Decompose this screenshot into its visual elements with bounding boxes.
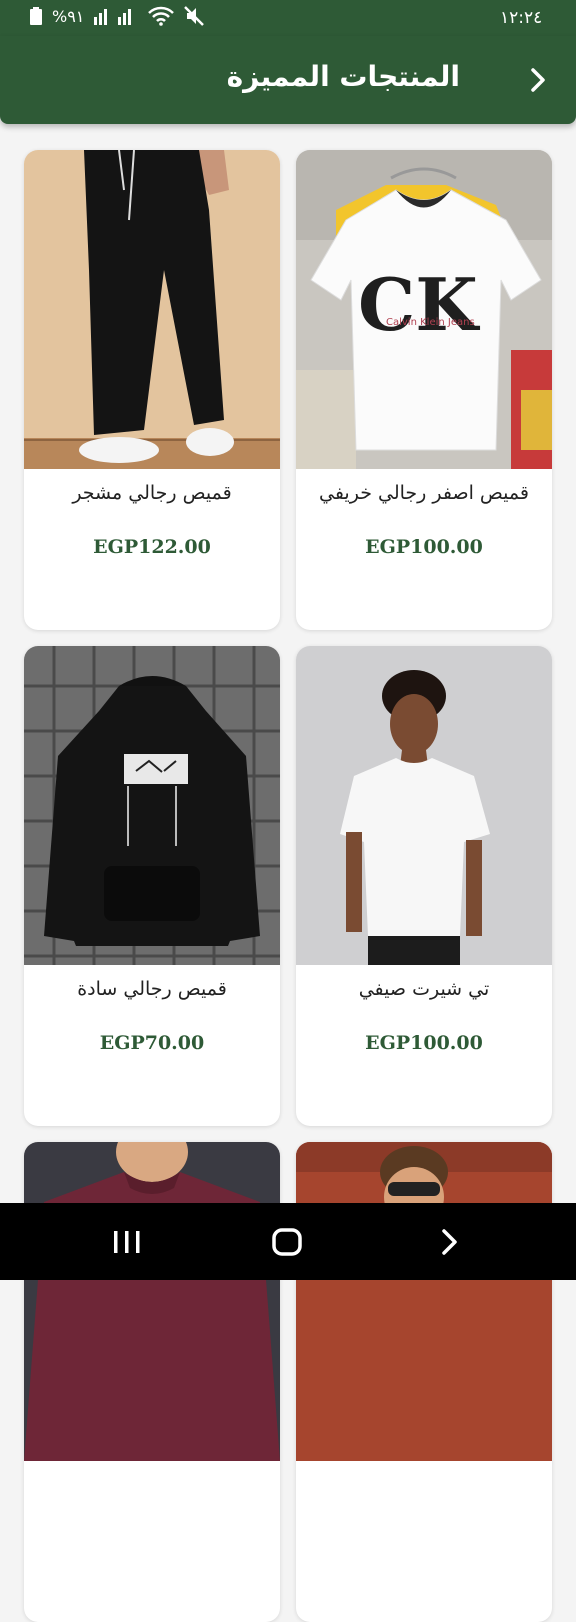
system-nav-bar xyxy=(0,1203,576,1280)
product-name: تي شيرت صيفي xyxy=(358,978,490,1000)
product-image: CK Calvin Klein Jeans xyxy=(296,150,552,469)
product-image xyxy=(24,646,280,965)
home-icon[interactable] xyxy=(270,1225,304,1259)
product-image xyxy=(296,1142,552,1461)
product-name: قميص رجالي مشجر xyxy=(72,482,232,504)
product-price: EGP122.00 xyxy=(93,536,211,558)
product-name: قميص اصفر رجالي خريفي xyxy=(318,482,529,504)
back-nav-icon[interactable] xyxy=(432,1225,466,1259)
back-button[interactable] xyxy=(520,62,556,98)
product-image xyxy=(24,150,280,469)
battery-percentage: %٩١ xyxy=(52,6,85,26)
product-price: EGP70.00 xyxy=(99,1032,205,1054)
product-price: EGP100.00 xyxy=(365,536,483,558)
svg-text:CK: CK xyxy=(358,262,480,347)
chevron-right-icon xyxy=(531,68,545,92)
product-card[interactable]: تي شيرت صيفي EGP100.00 xyxy=(296,646,552,1126)
product-card[interactable]: CK Calvin Klein Jeans قميص اصفر رجالي خر… xyxy=(296,150,552,630)
status-icons: %٩١ xyxy=(30,6,205,26)
page-title: المنتجات المميزة xyxy=(226,60,460,93)
product-price: EGP100.00 xyxy=(365,1032,483,1054)
app-bar: المنتجات المميزة xyxy=(0,36,576,124)
svg-text:Calvin Klein Jeans: Calvin Klein Jeans xyxy=(386,317,475,328)
product-card[interactable]: قميص رجالي مشجر EGP122.00 xyxy=(24,150,280,630)
product-card[interactable]: قميص رجالي سادة EGP70.00 xyxy=(24,646,280,1126)
product-image xyxy=(296,646,552,965)
signal-icon xyxy=(94,7,138,25)
mute-icon xyxy=(184,6,205,26)
wifi-icon xyxy=(148,6,175,26)
product-image xyxy=(24,1142,280,1461)
status-bar: %٩١ ١٢:٢٤ xyxy=(0,0,576,36)
status-time: ١٢:٢٤ xyxy=(500,8,543,28)
product-name: قميص رجالي سادة xyxy=(77,978,227,1000)
battery-icon xyxy=(30,7,42,25)
recent-apps-icon[interactable] xyxy=(110,1227,144,1257)
